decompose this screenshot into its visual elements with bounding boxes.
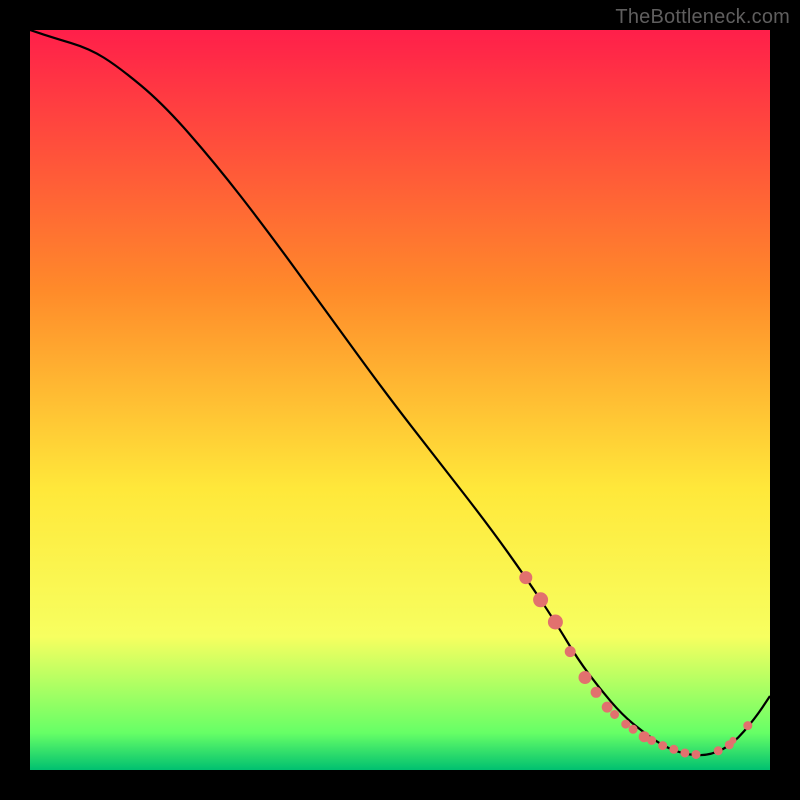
curve-marker xyxy=(648,736,656,744)
curve-marker xyxy=(681,749,689,757)
curve-marker xyxy=(534,593,548,607)
curve-marker xyxy=(602,702,612,712)
curve-marker xyxy=(714,747,722,755)
bottleneck-chart xyxy=(0,0,800,800)
curve-marker xyxy=(548,615,562,629)
curve-marker xyxy=(744,722,752,730)
curve-marker xyxy=(520,572,532,584)
curve-marker xyxy=(730,737,736,743)
curve-marker xyxy=(629,725,637,733)
chart-stage: TheBottleneck.com xyxy=(0,0,800,800)
curve-marker xyxy=(611,711,619,719)
curve-marker xyxy=(659,742,667,750)
curve-marker xyxy=(579,672,591,684)
curve-marker xyxy=(622,720,630,728)
curve-marker xyxy=(692,750,700,758)
watermark-text: TheBottleneck.com xyxy=(615,6,790,29)
gradient-backdrop xyxy=(30,30,770,770)
curve-marker xyxy=(591,687,601,697)
curve-marker xyxy=(565,647,575,657)
curve-marker xyxy=(670,745,678,753)
